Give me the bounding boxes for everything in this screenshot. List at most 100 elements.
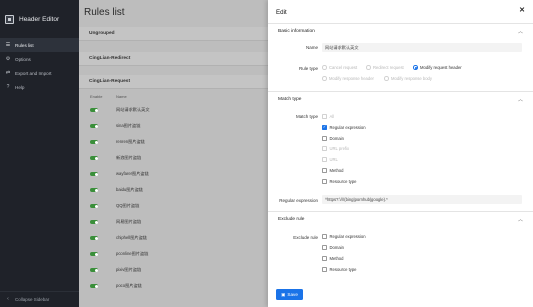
- match-type-label: Match type: [295, 114, 318, 119]
- enable-toggle[interactable]: [90, 140, 98, 144]
- rule-name: chiphell图片盗链: [116, 235, 147, 240]
- table-header: Enable Name: [79, 91, 268, 101]
- chevron-up-icon[interactable]: ︿: [518, 96, 523, 103]
- close-icon[interactable]: ✕: [519, 7, 525, 14]
- table-row[interactable]: pconline图片盗链: [79, 248, 268, 260]
- rule-type-label: Rule type: [298, 66, 318, 71]
- section-match-type: Match type ︿ Match type All ✓ Regular expr…: [268, 91, 533, 207]
- table-row[interactable]: sina图片盗链: [79, 120, 268, 132]
- checkbox-label: Regular expression: [329, 234, 366, 239]
- enable-toggle[interactable]: [90, 188, 98, 192]
- table-row[interactable]: pixiv图片盗链: [79, 264, 268, 276]
- rule-name: poco图片盗链: [116, 283, 142, 288]
- rule-type-redirect-request[interactable]: Redirect request: [366, 65, 404, 70]
- save-icon: ▣: [281, 291, 286, 297]
- checkbox-option[interactable]: Domain: [322, 245, 344, 250]
- section-exclude-rule: Exclude rule ︿ Exclude rule Regular expr…: [268, 211, 533, 281]
- group-header-cinglian-redirect[interactable]: CingLian-Redirect: [79, 52, 268, 66]
- checkbox-option[interactable]: URL: [322, 157, 338, 163]
- enable-toggle[interactable]: [90, 268, 98, 272]
- table-row[interactable]: 新浪图片盗链: [79, 152, 268, 164]
- enable-toggle[interactable]: [90, 124, 98, 128]
- table-row[interactable]: poco图片盗链: [79, 280, 268, 292]
- enable-toggle[interactable]: [90, 156, 98, 160]
- rule-type-modify-request-header[interactable]: Modify request header: [413, 65, 462, 70]
- rule-name: wayfarer图片盗链: [116, 171, 149, 176]
- app-logo-icon: [5, 14, 14, 24]
- checkbox-icon: [322, 178, 327, 184]
- checkbox-label: Method: [329, 168, 344, 173]
- sidebar-item-rules-list[interactable]: ☰ Rules list: [0, 38, 79, 52]
- enable-toggle[interactable]: [90, 108, 98, 112]
- checkbox-option[interactable]: ✓ Regular expression: [322, 124, 366, 130]
- help-icon: ?: [6, 83, 10, 90]
- sidebar-item-label: Options: [15, 56, 31, 62]
- table-row[interactable]: renren图片盗链: [79, 136, 268, 148]
- radio-label: Redirect request: [373, 65, 404, 70]
- drawer-title: Edit: [276, 8, 287, 16]
- rule-type-cancel-request[interactable]: Cancel request: [322, 65, 357, 70]
- radio-label: Modify request header: [420, 65, 462, 70]
- chevron-up-icon[interactable]: ︿: [518, 28, 523, 35]
- rule-name: 网站请求默认英文: [116, 107, 150, 112]
- table-row[interactable]: 网站请求默认英文: [79, 104, 268, 116]
- enable-toggle[interactable]: [90, 284, 98, 288]
- checkbox-option[interactable]: URL prefix: [322, 146, 350, 152]
- regex-field[interactable]: ^https?:\/\/(bing|pornhub|google).*: [322, 195, 522, 204]
- checkbox-option[interactable]: Domain: [322, 135, 344, 141]
- rule-type-modify-response-body[interactable]: Modify response body: [384, 76, 432, 81]
- checkbox-checked-icon: ✓: [322, 124, 327, 130]
- group-header-ungrouped[interactable]: Ungrouped: [79, 27, 268, 41]
- checkbox-label: Domain: [329, 135, 344, 141]
- checkbox-label: URL prefix: [329, 146, 350, 152]
- checkbox-label: Method: [329, 256, 344, 261]
- enable-toggle[interactable]: [90, 236, 98, 240]
- sidebar-item-label: Export and Import: [15, 70, 52, 76]
- sidebar-item-help[interactable]: ? Help: [0, 80, 79, 94]
- app-title: Header Editor: [19, 15, 60, 23]
- enable-toggle[interactable]: [90, 204, 98, 208]
- drawer-header: Edit: [268, 0, 533, 24]
- collapse-sidebar-button[interactable]: ‹ Collapse Sidebar: [0, 291, 79, 307]
- table-row[interactable]: QQ图片盗链: [79, 200, 268, 212]
- checkbox-label: Resource type: [329, 267, 357, 272]
- section-header-exclude[interactable]: Exclude rule ︿: [268, 212, 533, 226]
- enable-toggle[interactable]: [90, 252, 98, 256]
- rule-name: 新浪图片盗链: [116, 155, 142, 160]
- checkbox-option[interactable]: Method: [322, 168, 343, 173]
- checkbox-icon: [322, 256, 327, 261]
- rule-name: 网易图片盗链: [116, 219, 142, 224]
- enable-toggle[interactable]: [90, 220, 98, 224]
- checkbox-label: Domain: [329, 245, 344, 250]
- checkbox-option[interactable]: All: [322, 114, 334, 119]
- checkbox-icon: [322, 114, 327, 119]
- checkbox-icon: [322, 146, 327, 152]
- table-row[interactable]: baidu图片盗链: [79, 184, 268, 196]
- radio-icon: [322, 76, 327, 81]
- table-row[interactable]: wayfarer图片盗链: [79, 168, 268, 180]
- sidebar-item-export-import[interactable]: ⇄ Export and Import: [0, 66, 79, 80]
- save-button[interactable]: ▣ Save: [276, 289, 303, 300]
- checkbox-option[interactable]: Resource type: [322, 178, 357, 184]
- checkbox-option[interactable]: Method: [322, 256, 343, 261]
- section-header-basic[interactable]: Basic information ︿: [268, 24, 533, 38]
- name-field[interactable]: 网站请求默认英文: [322, 43, 522, 52]
- sidebar-item-options[interactable]: ⚙ Options: [0, 52, 79, 66]
- enable-toggle[interactable]: [90, 172, 98, 176]
- group-header-cinglian-request[interactable]: CingLian-Request: [79, 75, 268, 89]
- column-enable: Enable: [90, 93, 103, 99]
- checkbox-label: URL: [329, 157, 338, 163]
- radio-selected-icon: [413, 65, 418, 70]
- rule-type-modify-response-header[interactable]: Modify response header: [322, 76, 374, 81]
- table-row[interactable]: chiphell图片盗链: [79, 232, 268, 244]
- checkbox-label: Regular expression: [329, 124, 366, 130]
- table-row[interactable]: 网易图片盗链: [79, 216, 268, 228]
- section-header-match[interactable]: Match type ︿: [268, 92, 533, 106]
- radio-icon: [322, 65, 327, 70]
- chevron-up-icon[interactable]: ︿: [518, 216, 523, 223]
- sidebar-item-label: Help: [15, 84, 25, 90]
- regex-label: Regular expression: [279, 198, 318, 203]
- checkbox-icon: [322, 245, 327, 250]
- checkbox-option[interactable]: Regular expression: [322, 234, 366, 239]
- checkbox-option[interactable]: Resource type: [322, 267, 357, 272]
